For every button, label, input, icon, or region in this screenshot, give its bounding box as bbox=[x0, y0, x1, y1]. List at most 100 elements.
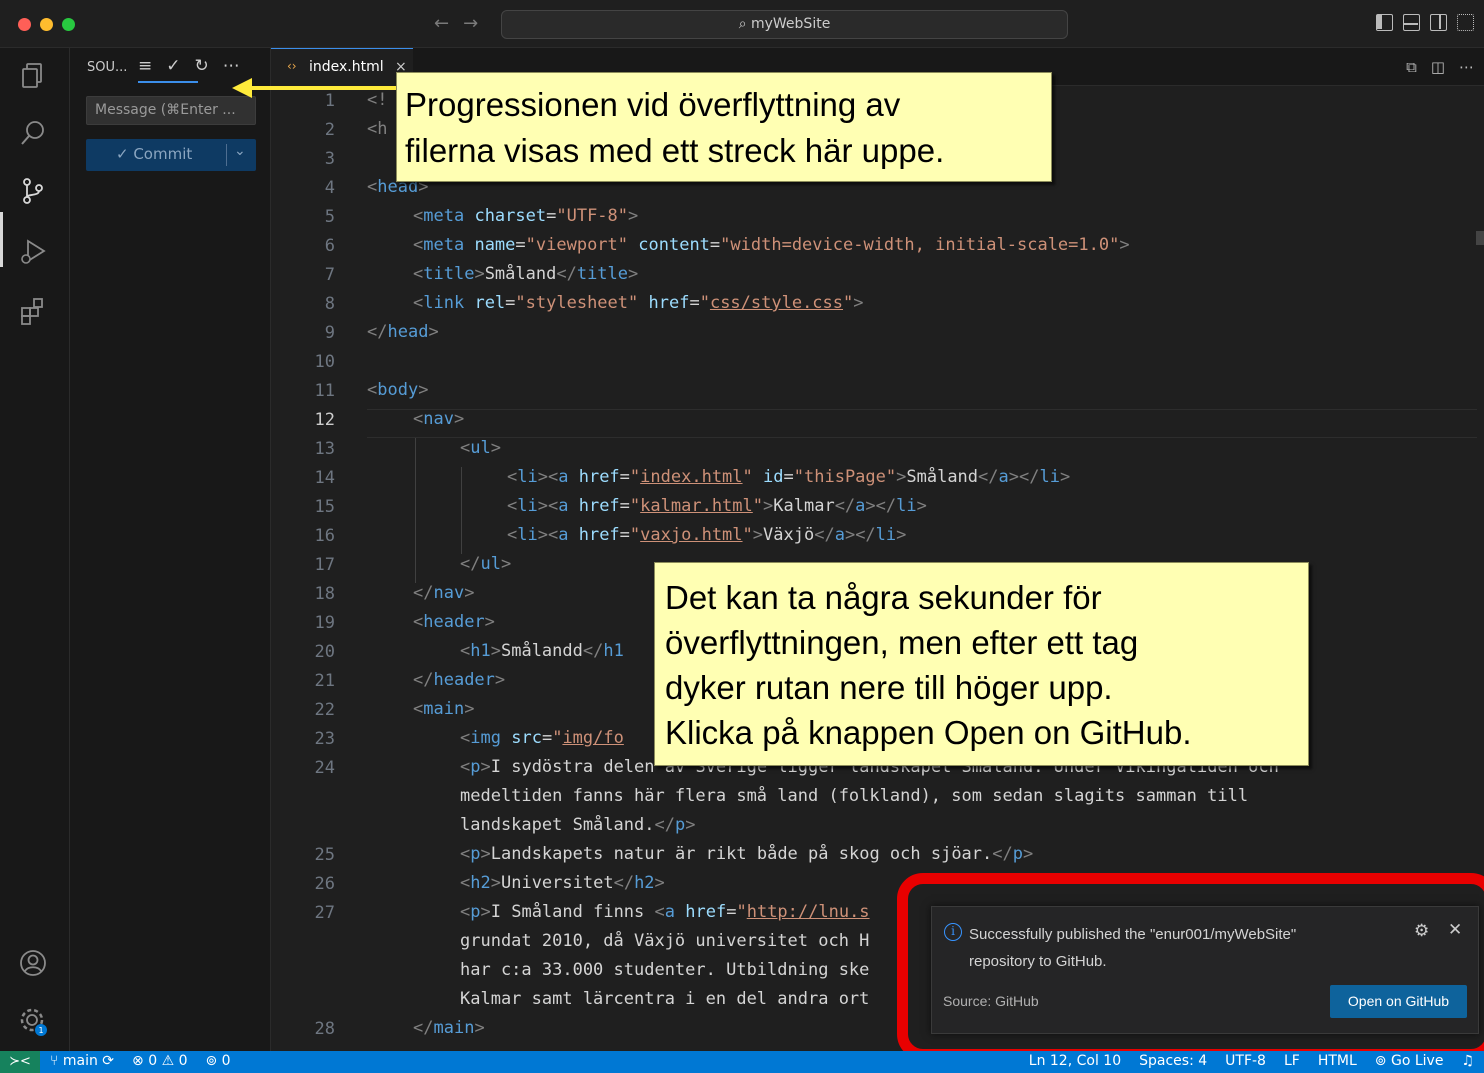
source-control-icon[interactable] bbox=[18, 176, 48, 206]
line-number: 6 bbox=[324, 236, 335, 256]
language-mode[interactable]: HTML bbox=[1318, 1053, 1357, 1069]
code-line-14: <li><a href="index.html" id="thisPage">S… bbox=[507, 467, 1071, 487]
line-number: 11 bbox=[314, 381, 335, 401]
tab-index-html[interactable]: ‹› index.html × bbox=[271, 48, 413, 86]
run-debug-icon[interactable] bbox=[18, 236, 48, 266]
code-line-5: <meta charset="UTF-8"> bbox=[413, 206, 639, 226]
line-number: 13 bbox=[314, 439, 335, 459]
minimize-window-button[interactable] bbox=[40, 18, 53, 31]
line-number: 17 bbox=[314, 555, 335, 575]
manage-gear-icon[interactable]: 1 bbox=[18, 1006, 48, 1036]
view-as-list-icon[interactable]: ≡ bbox=[138, 56, 152, 76]
code-line-24-wrap-1: medeltiden fanns här flera små land (fol… bbox=[460, 786, 1249, 806]
callout-line: överflyttningen, men efter ett tag bbox=[665, 624, 1139, 661]
ports-indicator[interactable]: ⊚ 0 bbox=[205, 1053, 230, 1069]
forward-arrow-icon[interactable]: → bbox=[463, 13, 492, 34]
callout-arrow-head bbox=[232, 78, 252, 98]
search-view-icon[interactable] bbox=[18, 118, 48, 148]
line-number: 9 bbox=[324, 323, 335, 343]
line-number: 27 bbox=[314, 903, 335, 923]
line-number: 19 bbox=[314, 613, 335, 633]
indentation[interactable]: Spaces: 4 bbox=[1139, 1053, 1207, 1069]
source-control-sidebar: SOU... ≡ ✓ ↻ ⋯ Message (⌘Enter ... ✓ Com… bbox=[70, 48, 271, 1051]
code-line-12: <nav> bbox=[413, 409, 465, 429]
callout-line: filerna visas med ett streck här uppe. bbox=[405, 132, 945, 169]
search-icon: ⌕ bbox=[738, 16, 747, 32]
sync-icon[interactable]: ⟳ bbox=[102, 1053, 114, 1069]
activity-bar: 1 bbox=[0, 48, 70, 1051]
cursor-position[interactable]: Ln 12, Col 10 bbox=[1029, 1053, 1121, 1069]
refresh-icon[interactable]: ↻ bbox=[195, 56, 209, 76]
line-number: 24 bbox=[314, 758, 335, 778]
close-window-button[interactable] bbox=[18, 18, 31, 31]
callout-line: Det kan ta några sekunder för bbox=[665, 579, 1102, 616]
code-line-23: <img src="img/fo bbox=[460, 728, 624, 748]
toggle-secondary-sidebar-icon[interactable] bbox=[1430, 14, 1447, 31]
code-line-15: <li><a href="kalmar.html">Kalmar</a></li… bbox=[507, 496, 927, 516]
code-line-19: <header> bbox=[413, 612, 495, 632]
account-icon[interactable] bbox=[18, 948, 48, 978]
tab-label: index.html bbox=[309, 59, 384, 75]
remote-indicator-icon[interactable]: ≻< bbox=[0, 1051, 40, 1073]
title-bar: ←→ ⌕ myWebSite bbox=[0, 0, 1484, 48]
line-number: 10 bbox=[314, 352, 335, 372]
commit-message-input[interactable]: Message (⌘Enter ... bbox=[86, 96, 256, 125]
line-number bbox=[271, 986, 335, 1015]
code-line-7: <title>Småland</title> bbox=[413, 264, 639, 284]
explorer-icon[interactable] bbox=[18, 60, 48, 90]
line-number-gutter: 1 2 3 4 5 6 7 8 9 10 11 12 13 14 15 16 17 18 19 20 21 22 23 24 2… bbox=[271, 86, 335, 1051]
window-title: myWebSite bbox=[750, 16, 831, 32]
customize-layout-icon[interactable] bbox=[1457, 14, 1474, 31]
code-line-8: <link rel="stylesheet" href="css/style.c… bbox=[413, 293, 864, 313]
notifications-bell-icon[interactable]: ♫ bbox=[1461, 1053, 1474, 1069]
split-editor-icon[interactable]: ◫ bbox=[1431, 58, 1445, 76]
code-line-6: <meta name="viewport" content="width=dev… bbox=[413, 235, 1130, 255]
code-line-20: <h1>Smålandd</h1 bbox=[460, 641, 624, 661]
code-line-27: <p>I Småland finns <a href="http://lnu.s bbox=[460, 902, 870, 922]
line-number: 2 bbox=[324, 120, 335, 140]
code-line-17: </ul> bbox=[460, 554, 512, 574]
back-arrow-icon[interactable]: ← bbox=[434, 13, 463, 34]
more-actions-icon[interactable]: ⋯ bbox=[223, 56, 240, 76]
more-actions-icon[interactable]: ⋯ bbox=[1459, 58, 1474, 76]
line-number bbox=[271, 957, 335, 986]
status-right: Ln 12, Col 10 Spaces: 4 UTF-8 LF HTML ⊚ … bbox=[1029, 1053, 1474, 1069]
sidebar-toolbar: ≡ ✓ ↻ ⋯ bbox=[138, 56, 240, 76]
line-number: 21 bbox=[314, 671, 335, 691]
line-number: 15 bbox=[314, 497, 335, 517]
go-live-button[interactable]: ⊚ Go Live bbox=[1375, 1053, 1444, 1069]
callout-progress-note: Progressionen vid överflyttning av filer… bbox=[396, 72, 1052, 182]
extensions-icon[interactable] bbox=[18, 296, 48, 326]
line-number bbox=[271, 812, 335, 841]
line-number: 23 bbox=[314, 729, 335, 749]
commit-button[interactable]: ✓ Commit ⌄ bbox=[86, 139, 256, 171]
code-line-13: <ul> bbox=[460, 438, 501, 458]
sidebar-title: SOU... bbox=[87, 60, 128, 75]
encoding[interactable]: UTF-8 bbox=[1225, 1053, 1266, 1069]
line-number: 7 bbox=[324, 265, 335, 285]
code-line-28: </main> bbox=[413, 1018, 485, 1038]
line-number: 4 bbox=[324, 178, 335, 198]
code-line-11: <body> bbox=[367, 380, 429, 400]
editor-actions: ⧉ ◫ ⋯ bbox=[1406, 58, 1474, 76]
zoom-window-button[interactable] bbox=[62, 18, 75, 31]
nav-arrows: ←→ bbox=[434, 13, 492, 34]
branch-indicator[interactable]: ⑂ main ⟳ bbox=[50, 1053, 114, 1069]
commit-divider bbox=[226, 144, 227, 166]
toggle-panel-icon[interactable] bbox=[1403, 14, 1420, 31]
code-line-2: <h bbox=[367, 119, 388, 139]
callout-line: Progressionen vid överflyttning av bbox=[405, 86, 901, 123]
line-number: 1 bbox=[324, 91, 335, 111]
chevron-down-icon[interactable]: ⌄ bbox=[234, 143, 246, 159]
commit-check-icon[interactable]: ✓ bbox=[166, 56, 180, 76]
line-number: 16 bbox=[314, 526, 335, 546]
problems-indicator[interactable]: ⊗ 0 ⚠ 0 bbox=[132, 1053, 187, 1069]
code-line-18: </nav> bbox=[413, 583, 475, 603]
end-of-line[interactable]: LF bbox=[1284, 1053, 1300, 1069]
toggle-sidebar-icon[interactable] bbox=[1376, 14, 1393, 31]
code-line-22: <main> bbox=[413, 699, 475, 719]
code-line-9: </head> bbox=[367, 322, 439, 342]
line-number: 5 bbox=[324, 207, 335, 227]
open-preview-icon[interactable]: ⧉ bbox=[1406, 58, 1417, 76]
command-center[interactable]: ⌕ myWebSite bbox=[501, 10, 1068, 39]
